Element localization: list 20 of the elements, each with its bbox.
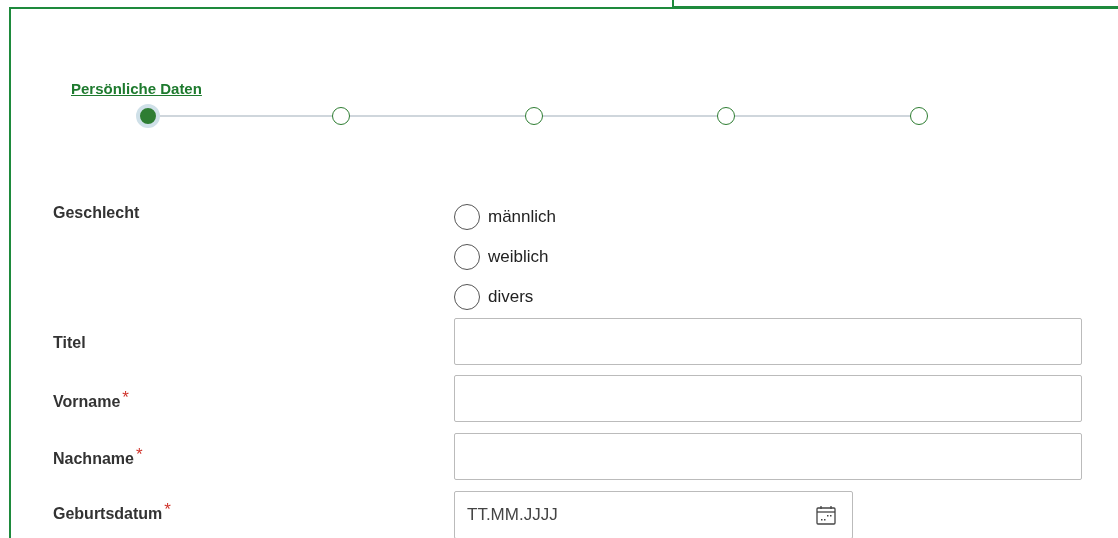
radio-label[interactable]: männlich [488, 204, 557, 230]
required-mark: * [164, 499, 171, 521]
required-mark: * [135, 444, 143, 466]
date-field[interactable]: TT.MM.JJJJ [454, 491, 853, 538]
required-mark: * [122, 387, 129, 409]
text-field[interactable] [454, 375, 1082, 422]
radio-label[interactable]: divers [488, 284, 534, 310]
field-label: Geburtsdatum [53, 504, 163, 524]
field-label: Geschlecht [53, 203, 140, 223]
field-label: Titel [53, 333, 86, 353]
calendar-icon[interactable] [815, 504, 837, 526]
text-field[interactable] [454, 433, 1082, 480]
radio-button[interactable] [454, 284, 480, 310]
field-label: Nachname [53, 449, 134, 469]
step-link[interactable]: Persönliche Daten [71, 78, 202, 101]
radio-button[interactable] [454, 204, 480, 230]
radio-label[interactable]: weiblich [488, 244, 549, 270]
radio-button[interactable] [454, 244, 480, 270]
text-field[interactable] [454, 318, 1082, 365]
field-label: Vorname [53, 392, 121, 412]
